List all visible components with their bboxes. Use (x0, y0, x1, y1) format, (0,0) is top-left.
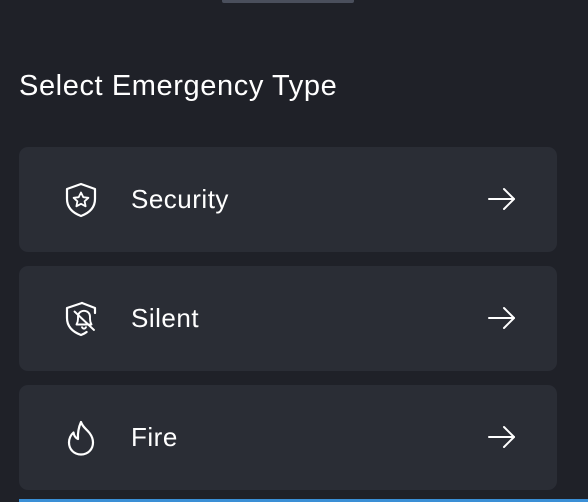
option-security[interactable]: Security (19, 147, 557, 252)
emergency-type-sheet: Select Emergency Type Security Silent Fi… (0, 0, 588, 502)
flame-icon (62, 419, 100, 457)
arrow-right-icon (487, 424, 517, 450)
sheet-title: Select Emergency Type (19, 70, 338, 102)
option-fire[interactable]: Fire (19, 385, 557, 490)
arrow-right-icon (487, 305, 517, 331)
option-silent[interactable]: Silent (19, 266, 557, 371)
shield-star-icon (62, 181, 100, 219)
emergency-type-list: Security Silent Fire (19, 147, 557, 502)
shield-bell-off-icon (62, 300, 100, 338)
arrow-right-icon (487, 186, 517, 212)
sheet-grab-handle[interactable] (222, 0, 354, 3)
option-label: Security (131, 184, 229, 214)
option-label: Fire (131, 422, 178, 452)
option-label: Silent (131, 303, 200, 333)
